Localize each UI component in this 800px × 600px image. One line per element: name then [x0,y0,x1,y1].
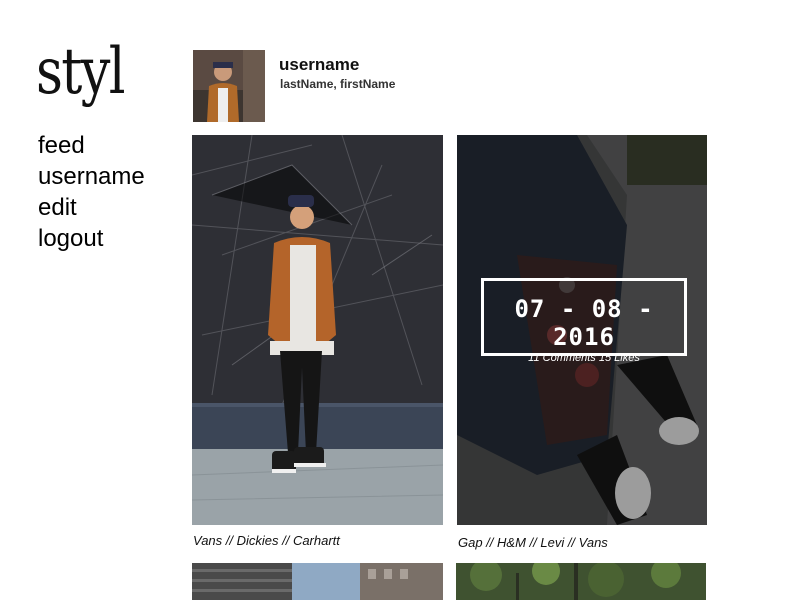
nav-item-logout[interactable]: logout [38,223,145,254]
post-card[interactable] [456,563,706,600]
app-logo[interactable]: styl [36,40,126,104]
profile-avatar[interactable] [193,50,265,122]
main-nav: feed username edit logout [38,130,145,254]
post-card[interactable] [192,135,443,525]
post-image [192,135,443,525]
post-overlay[interactable]: 07 - 08 - 2016 11 Comments 15 Likes [481,278,687,364]
post-date: 07 - 08 - 2016 [514,295,654,351]
nav-item-username[interactable]: username [38,161,145,192]
avatar-image [193,50,265,122]
post-card[interactable] [192,563,443,600]
post-image [192,563,443,600]
post-caption: Vans // Dickies // Carhartt [193,533,340,548]
nav-item-edit[interactable]: edit [38,192,145,223]
post-image [456,563,706,600]
post-stats: 11 Comments 15 Likes [528,352,640,364]
profile-full-name: lastName, firstName [280,77,396,91]
profile-username[interactable]: username [279,55,359,75]
post-caption: Gap // H&M // Levi // Vans [458,535,608,550]
nav-item-feed[interactable]: feed [38,130,145,161]
